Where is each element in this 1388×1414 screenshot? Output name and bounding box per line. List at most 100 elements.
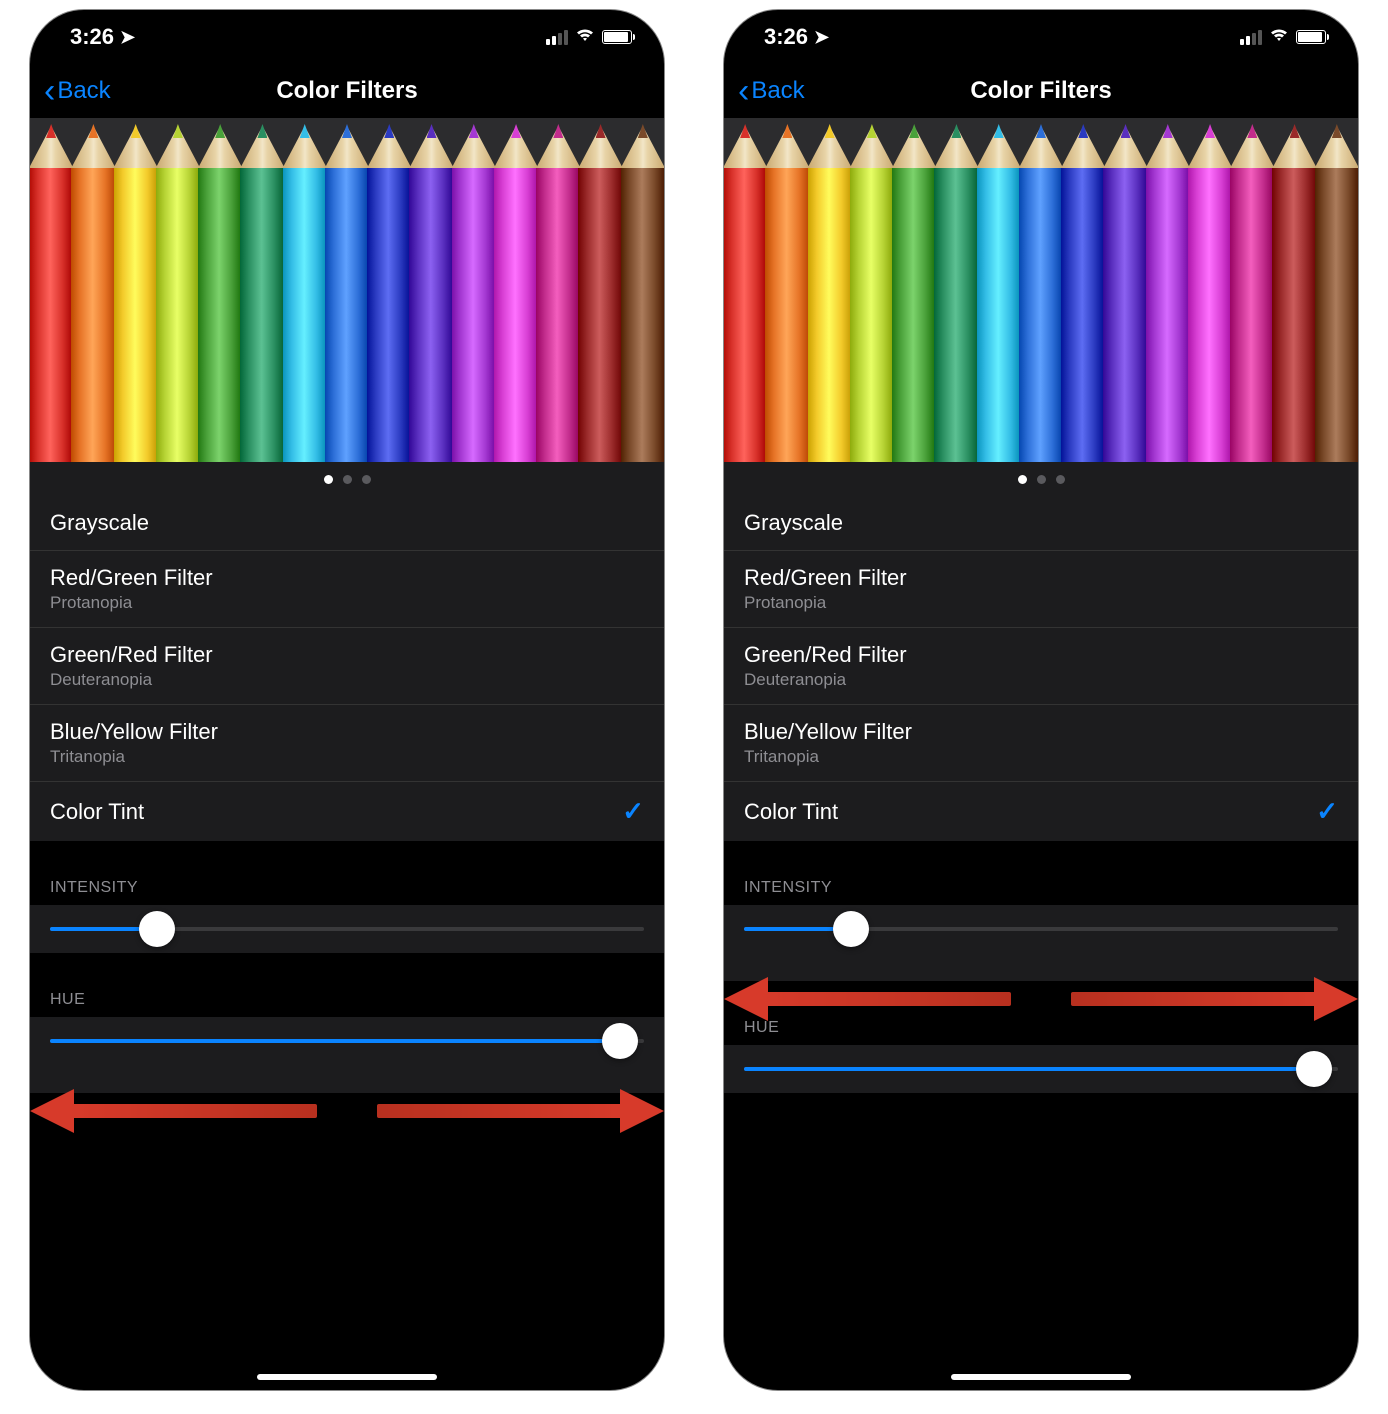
back-button[interactable]: ‹ Back xyxy=(738,74,805,108)
page-title: Color Filters xyxy=(30,77,664,105)
filter-label: Blue/Yellow Filter xyxy=(744,719,912,745)
hue-section: HUE xyxy=(724,981,1358,1093)
filter-row[interactable]: Green/Red Filter Deuteranopia xyxy=(724,628,1358,705)
filter-row[interactable]: Green/Red Filter Deuteranopia xyxy=(30,628,664,705)
intensity-section: INTENSITY xyxy=(30,841,664,953)
pencil xyxy=(494,118,538,462)
home-indicator[interactable] xyxy=(951,1374,1131,1380)
hue-slider-row xyxy=(724,1045,1358,1093)
filter-row[interactable]: Color Tint ✓ xyxy=(724,782,1358,841)
chevron-left-icon: ‹ xyxy=(738,74,749,108)
pencil xyxy=(240,118,284,462)
location-icon: ➤ xyxy=(120,27,135,48)
pencil xyxy=(1019,118,1063,462)
filter-label: Green/Red Filter xyxy=(744,642,907,668)
color-preview[interactable] xyxy=(724,118,1358,496)
color-preview[interactable] xyxy=(30,118,664,496)
page-dot[interactable] xyxy=(324,475,333,484)
pencil xyxy=(1146,118,1190,462)
intensity-slider-row xyxy=(30,905,664,953)
pencil-row xyxy=(724,118,1358,462)
pencil xyxy=(808,118,852,462)
filter-sublabel: Protanopia xyxy=(50,593,213,613)
filter-sublabel: Deuteranopia xyxy=(744,670,907,690)
pencil xyxy=(1188,118,1232,462)
page-title: Color Filters xyxy=(724,77,1358,105)
filter-sublabel: Protanopia xyxy=(744,593,907,613)
pencil xyxy=(934,118,978,462)
pencil xyxy=(1230,118,1274,462)
cellular-signal-icon xyxy=(546,30,568,45)
home-indicator[interactable] xyxy=(257,1374,437,1380)
page-dot[interactable] xyxy=(1037,475,1046,484)
pencil xyxy=(578,118,622,462)
pencil xyxy=(621,118,664,462)
pencil xyxy=(325,118,369,462)
filter-row[interactable]: Red/Green Filter Protanopia xyxy=(30,551,664,628)
arrow-right-icon xyxy=(377,1093,664,1129)
nav-bar: ‹ Back Color Filters xyxy=(724,64,1358,118)
filter-sublabel: Deuteranopia xyxy=(50,670,213,690)
intensity-header: INTENSITY xyxy=(724,871,1358,905)
arrow-left-icon xyxy=(30,1093,317,1129)
pencil xyxy=(1272,118,1316,462)
page-dot[interactable] xyxy=(1018,475,1027,484)
battery-icon xyxy=(1296,30,1326,44)
hue-slider-thumb[interactable] xyxy=(602,1023,638,1059)
intensity-section: INTENSITY xyxy=(724,841,1358,981)
filter-row[interactable]: Color Tint ✓ xyxy=(30,782,664,841)
back-label: Back xyxy=(57,77,110,105)
filter-row[interactable]: Grayscale xyxy=(30,496,664,551)
cellular-signal-icon xyxy=(1240,30,1262,45)
wifi-icon xyxy=(1268,27,1290,48)
filter-label: Red/Green Filter xyxy=(50,565,213,591)
pencil xyxy=(1315,118,1358,462)
hue-section: HUE xyxy=(30,953,664,1093)
location-icon: ➤ xyxy=(814,27,829,48)
pencil xyxy=(536,118,580,462)
page-dot[interactable] xyxy=(343,475,352,484)
back-button[interactable]: ‹ Back xyxy=(44,74,111,108)
page-dots[interactable] xyxy=(30,462,664,496)
filter-sublabel: Tritanopia xyxy=(744,747,912,767)
filter-label: Green/Red Filter xyxy=(50,642,213,668)
filter-label: Color Tint xyxy=(744,799,838,825)
pencil xyxy=(724,118,767,462)
hue-slider-thumb[interactable] xyxy=(1296,1051,1332,1087)
intensity-slider-row xyxy=(724,905,1358,981)
pencil xyxy=(452,118,496,462)
page-dot[interactable] xyxy=(1056,475,1065,484)
page-dot[interactable] xyxy=(362,475,371,484)
checkmark-icon: ✓ xyxy=(622,796,644,827)
status-bar: 3:26 ➤ xyxy=(724,10,1358,64)
pencil xyxy=(409,118,453,462)
intensity-slider[interactable] xyxy=(744,927,1338,931)
intensity-slider[interactable] xyxy=(50,927,644,931)
pencil xyxy=(765,118,809,462)
intensity-slider-thumb[interactable] xyxy=(139,911,175,947)
phone-screen-left: 3:26 ➤ ‹ Back Color Filters xyxy=(30,10,664,1390)
filter-row[interactable]: Grayscale xyxy=(724,496,1358,551)
hue-slider[interactable] xyxy=(50,1039,644,1043)
filter-list: Grayscale Red/Green Filter Protanopia Gr… xyxy=(724,496,1358,841)
pencil xyxy=(1061,118,1105,462)
hue-header: HUE xyxy=(30,983,664,1017)
nav-bar: ‹ Back Color Filters xyxy=(30,64,664,118)
page-dots[interactable] xyxy=(724,462,1358,496)
pencil xyxy=(283,118,327,462)
pencil xyxy=(198,118,242,462)
pencil xyxy=(114,118,158,462)
pencil xyxy=(30,118,73,462)
pencil-row xyxy=(30,118,664,462)
filter-row[interactable]: Blue/Yellow Filter Tritanopia xyxy=(724,705,1358,782)
filter-sublabel: Tritanopia xyxy=(50,747,218,767)
intensity-header: INTENSITY xyxy=(30,871,664,905)
checkmark-icon: ✓ xyxy=(1316,796,1338,827)
pencil xyxy=(1103,118,1147,462)
pencil xyxy=(367,118,411,462)
hue-slider[interactable] xyxy=(744,1067,1338,1071)
hue-header: HUE xyxy=(724,1011,1358,1045)
filter-row[interactable]: Red/Green Filter Protanopia xyxy=(724,551,1358,628)
intensity-slider-thumb[interactable] xyxy=(833,911,869,947)
filter-row[interactable]: Blue/Yellow Filter Tritanopia xyxy=(30,705,664,782)
